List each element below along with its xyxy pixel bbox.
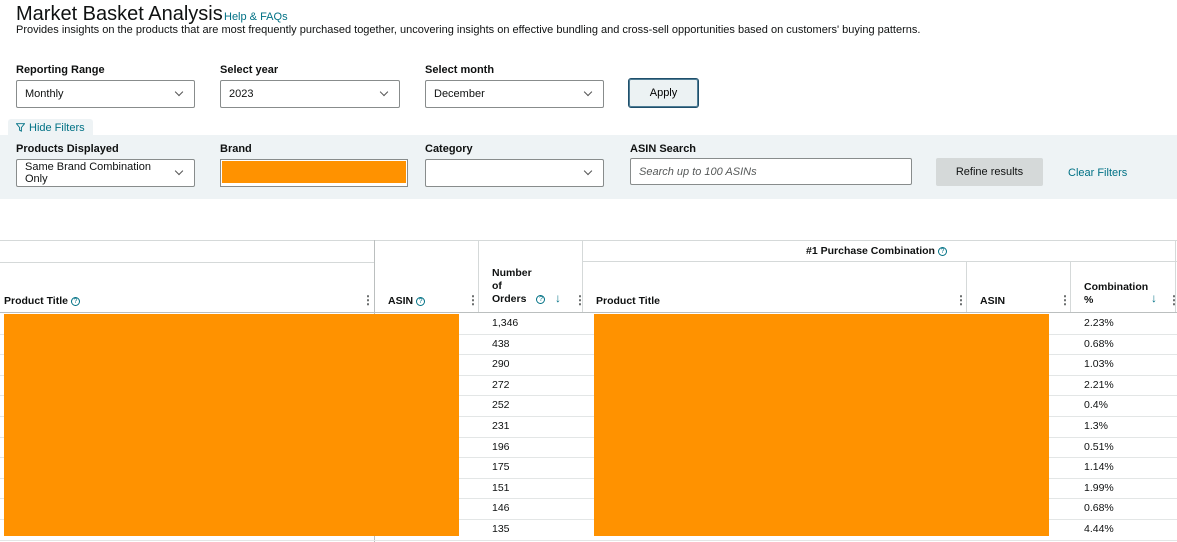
hide-filters-toggle[interactable]: Hide Filters (8, 119, 93, 136)
orders-cell: 196 (492, 440, 510, 453)
year-select[interactable]: 2023 (220, 80, 400, 108)
column-menu-icon[interactable]: ⋮ (955, 294, 967, 306)
orders-cell: 175 (492, 461, 510, 474)
products-displayed-select[interactable]: Same Brand Combination Only (16, 159, 195, 187)
col-combo-asin[interactable]: ASIN (980, 295, 1005, 308)
chevron-down-icon (174, 166, 184, 176)
help-link[interactable]: Help & FAQs (224, 11, 288, 23)
page-description: Provides insights on the products that a… (16, 24, 921, 36)
redacted-block (4, 314, 459, 536)
clear-filters-link[interactable]: Clear Filters (1068, 167, 1127, 179)
category-select[interactable] (425, 159, 604, 187)
brand-label: Brand (220, 143, 252, 155)
col-asin[interactable]: ASIN? (388, 295, 426, 308)
orders-cell: 272 (492, 378, 510, 391)
combination-cell: 1.99% (1084, 481, 1114, 494)
col-number-of-orders[interactable]: Number of Orders? (492, 267, 546, 306)
orders-cell: 290 (492, 358, 510, 371)
refine-results-button[interactable]: Refine results (936, 158, 1043, 186)
combination-cell: 2.23% (1084, 317, 1114, 329)
info-icon[interactable]: ? (536, 294, 546, 304)
asin-search-label: ASIN Search (630, 143, 697, 155)
col-combo-product-title[interactable]: Product Title (596, 295, 660, 308)
combination-cell: 1.3% (1084, 420, 1108, 432)
redacted-block (222, 161, 406, 183)
combination-cell: 0.68% (1084, 502, 1114, 515)
asin-search-input[interactable]: Search up to 100 ASINs (630, 158, 912, 185)
sort-descending-icon[interactable]: ↓ (555, 291, 561, 305)
column-menu-icon[interactable]: ⋮ (574, 294, 586, 306)
category-label: Category (425, 143, 473, 155)
combination-cell: 0.51% (1084, 440, 1114, 453)
year-label: Select year (220, 64, 279, 76)
table-border (0, 240, 1177, 241)
table-border (0, 262, 374, 263)
column-menu-icon[interactable]: ⋮ (1168, 294, 1177, 306)
month-value: December (434, 88, 485, 100)
reporting-range-value: Monthly (25, 88, 64, 100)
combination-cell: 1.03% (1084, 358, 1114, 371)
chevron-down-icon (379, 87, 389, 97)
apply-button[interactable]: Apply (628, 78, 699, 108)
chevron-down-icon (583, 87, 593, 97)
chevron-down-icon (583, 166, 593, 176)
reporting-range-label: Reporting Range (16, 64, 105, 76)
row-divider (0, 539, 1177, 541)
col-product-title[interactable]: Product Title? (4, 295, 80, 308)
orders-cell: 146 (492, 502, 510, 515)
orders-cell: 135 (492, 523, 510, 535)
orders-cell: 1,346 (492, 317, 519, 329)
brand-select[interactable] (220, 159, 408, 187)
col-combination-pct[interactable]: Combination % (1084, 281, 1148, 307)
header-divider (0, 312, 1177, 313)
filter-panel: Products Displayed Same Brand Combinatio… (0, 135, 1177, 199)
table-border (583, 261, 1177, 262)
sort-descending-icon[interactable]: ↓ (1151, 291, 1157, 305)
orders-cell: 252 (492, 399, 510, 412)
results-table: #1 Purchase Combination? Product Title? … (0, 240, 1177, 542)
reporting-range-select[interactable]: Monthly (16, 80, 195, 108)
group-header: #1 Purchase Combination? (806, 245, 947, 258)
column-menu-icon[interactable]: ⋮ (362, 294, 374, 306)
info-icon[interactable]: ? (416, 296, 426, 306)
year-value: 2023 (229, 88, 254, 100)
filter-icon (16, 123, 25, 132)
column-menu-icon[interactable]: ⋮ (467, 294, 479, 306)
combination-cell: 0.68% (1084, 337, 1114, 350)
info-icon[interactable]: ? (70, 296, 80, 306)
products-displayed-value: Same Brand Combination Only (25, 161, 151, 185)
combination-cell: 2.21% (1084, 378, 1114, 391)
orders-cell: 151 (492, 481, 510, 494)
chevron-down-icon (174, 87, 184, 97)
info-icon[interactable]: ? (937, 246, 947, 256)
combination-cell: 1.14% (1084, 461, 1114, 474)
page-title: Market Basket Analysis (16, 3, 223, 25)
hide-filters-label: Hide Filters (29, 121, 85, 134)
products-displayed-label: Products Displayed (16, 143, 119, 155)
combination-cell: 4.44% (1084, 523, 1114, 535)
month-label: Select month (425, 64, 495, 76)
redacted-block (594, 314, 1049, 536)
orders-cell: 438 (492, 337, 510, 350)
column-menu-icon[interactable]: ⋮ (1059, 294, 1071, 306)
month-select[interactable]: December (425, 80, 604, 108)
combination-cell: 0.4% (1084, 399, 1108, 412)
orders-cell: 231 (492, 420, 510, 432)
